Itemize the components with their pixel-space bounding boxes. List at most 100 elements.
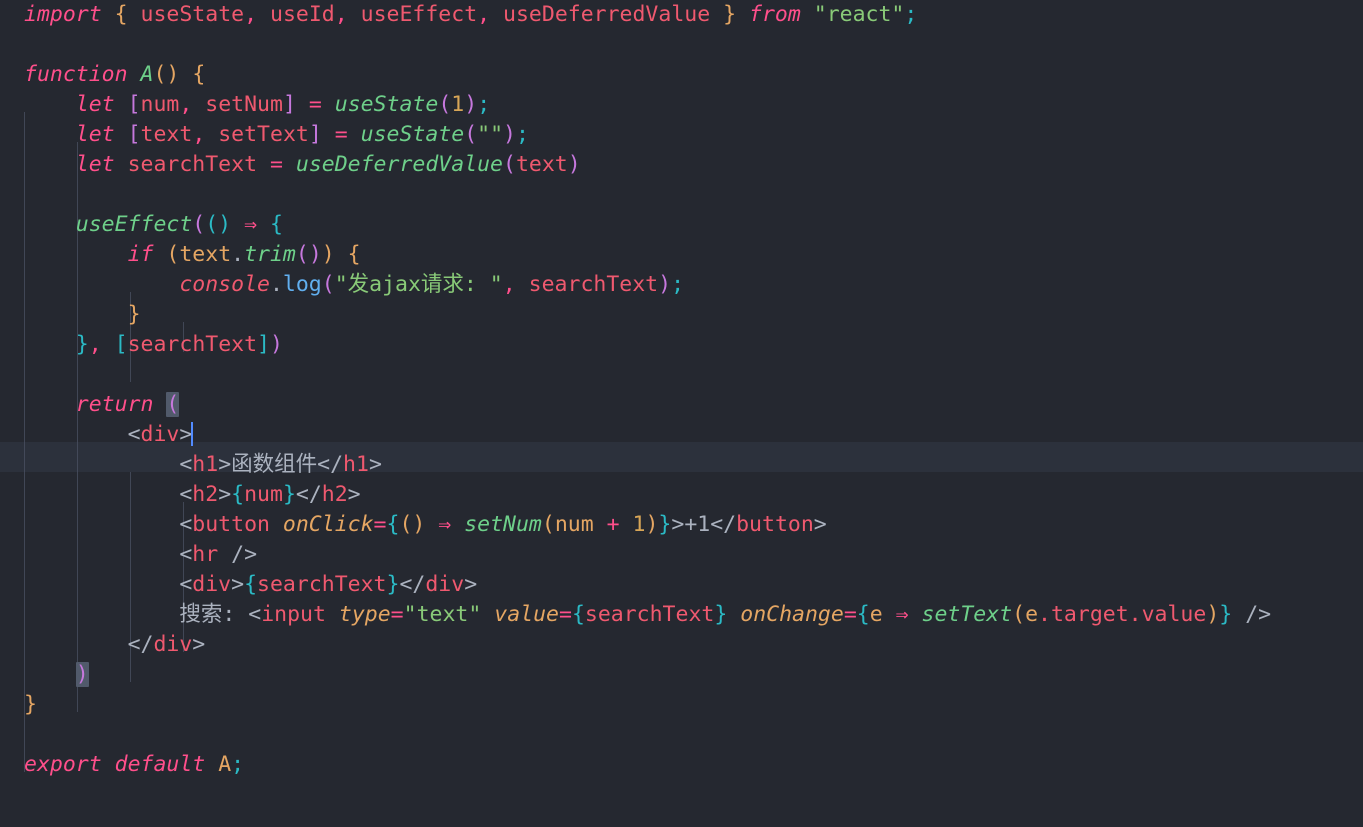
token-brace-close: } [24, 692, 37, 717]
code-line-1[interactable]: import { useState, useId, useEffect, use… [0, 0, 1363, 30]
token-comma: , [244, 2, 258, 27]
token-tag-div: div [192, 572, 232, 597]
token-tag-h1-close: h1 [343, 452, 369, 477]
token-lparen: ( [438, 92, 452, 117]
code-line-21[interactable]: 搜索: <input type="text" value={searchText… [0, 600, 1363, 630]
token-usestate-call: useState [360, 122, 465, 147]
token-default: default [114, 752, 206, 777]
code-content[interactable]: import { useState, useId, useEffect, use… [0, 0, 1363, 780]
token-lparen: ( [541, 512, 555, 537]
code-line-22[interactable]: </div> [0, 630, 1363, 660]
code-line-4[interactable]: let [num, setNum] = useState(1); [0, 90, 1363, 120]
code-line-10[interactable]: console.log("发ajax请求: ", searchText); [0, 270, 1363, 300]
text-cursor [191, 422, 194, 446]
code-line-7[interactable] [0, 180, 1363, 210]
code-line-26[interactable]: export default A; [0, 750, 1363, 780]
token-rparen: ) [1206, 602, 1220, 627]
code-line-25[interactable] [0, 720, 1363, 750]
token-angle-open-close: </ [317, 452, 344, 477]
token-let: let [75, 92, 115, 117]
token-call-parens: () [295, 242, 322, 267]
token-trim: trim [244, 242, 296, 267]
token-tag-div: div [140, 422, 180, 447]
token-tag-div-close: div [425, 572, 465, 597]
token-bracket-open: [ [127, 122, 141, 147]
token-number-1: 1 [632, 512, 646, 537]
code-line-8[interactable]: useEffect(() ⇒ { [0, 210, 1363, 240]
token-from: from [749, 2, 801, 27]
token-bracket-open: [ [127, 92, 141, 117]
token-angle-open-close: </ [710, 512, 737, 537]
token-plus: + [606, 512, 620, 537]
token-angle-open: < [179, 542, 193, 567]
token-lparen: ( [321, 272, 335, 297]
token-comma: , [502, 272, 516, 297]
code-line-3[interactable]: function A() { [0, 60, 1363, 90]
code-line-19[interactable]: <hr /> [0, 540, 1363, 570]
token-searchtext: searchText [127, 152, 258, 177]
code-line-23[interactable]: ) [0, 660, 1363, 690]
code-line-18[interactable]: <button onClick={() ⇒ setNum(num + 1)}>+… [0, 510, 1363, 540]
code-editor[interactable]: import { useState, useId, useEffect, use… [0, 0, 1363, 827]
token-rparen: ) [321, 242, 335, 267]
token-console: console [179, 272, 270, 297]
token-angle-close: > [218, 482, 232, 507]
code-line-6[interactable]: let searchText = useDeferredValue(text) [0, 150, 1363, 180]
token-rparen: ) [645, 512, 659, 537]
token-tag-h1: h1 [192, 452, 219, 477]
token-rparen: ) [270, 332, 283, 357]
token-angle-close: > [231, 572, 245, 597]
token-num: num [554, 512, 594, 537]
code-line-5[interactable]: let [text, setText] = useState(""); [0, 120, 1363, 150]
code-line-14[interactable]: return ( [0, 390, 1363, 420]
token-module-string: "react" [813, 2, 905, 27]
token-bracket-close: ] [257, 332, 270, 357]
code-line-9[interactable]: if (text.trim()) { [0, 240, 1363, 270]
token-jsx-brace-open: { [386, 512, 400, 537]
code-line-24[interactable]: } [0, 690, 1363, 720]
token-angle-open-close: </ [127, 632, 154, 657]
token-comma: , [334, 2, 348, 27]
token-import: import [24, 2, 102, 27]
token-useeffect-call: useEffect [75, 212, 193, 237]
token-bracket-close: ] [282, 92, 296, 117]
token-comma: , [192, 122, 206, 147]
token-tag-button-close: button [736, 512, 814, 537]
code-line-15[interactable]: <div> [0, 420, 1363, 450]
token-angle-open: < [179, 572, 193, 597]
token-usedeferredvalue-call: useDeferredValue [295, 152, 503, 177]
token-bracket-close: ] [308, 122, 322, 147]
token-setnum: setNum [205, 92, 283, 117]
token-parens: () [153, 62, 180, 87]
token-e: e [1025, 602, 1039, 627]
token-angle-open: < [248, 602, 262, 627]
token-function: function [24, 62, 128, 87]
token-brace: { [347, 242, 361, 267]
token-angle-open-close: </ [399, 572, 426, 597]
jsx-text-search-label: 搜索: [179, 602, 236, 627]
token-text: text [140, 122, 193, 147]
token-rparen: ) [658, 272, 672, 297]
token-bracket-match-open: ( [166, 392, 180, 417]
token-self-close: /> [231, 542, 258, 567]
token-jsx-brace-open: { [571, 602, 585, 627]
token-component-name: A [218, 752, 232, 777]
token-useeffect: useEffect [360, 2, 478, 27]
code-line-11[interactable]: } [0, 300, 1363, 330]
code-line-12[interactable]: }, [searchText]) [0, 330, 1363, 360]
code-line-13[interactable] [0, 360, 1363, 390]
code-line-20[interactable]: <div>{searchText}</div> [0, 570, 1363, 600]
code-line-16[interactable]: <h1>函数组件</h1> [0, 450, 1363, 480]
token-equals: = [334, 122, 348, 147]
token-dot: . [231, 242, 245, 267]
token-equals: = [843, 602, 857, 627]
token-dot-target: .target [1038, 602, 1129, 627]
token-angle-open-close: </ [295, 482, 322, 507]
token-brace-close: } [75, 332, 89, 357]
code-line-17[interactable]: <h2>{num}</h2> [0, 480, 1363, 510]
token-rparen: ) [567, 152, 581, 177]
token-equals: = [558, 602, 572, 627]
token-dot-value: .value [1128, 602, 1207, 627]
code-line-2[interactable] [0, 30, 1363, 60]
jsx-text-h1: 函数组件 [231, 452, 318, 477]
